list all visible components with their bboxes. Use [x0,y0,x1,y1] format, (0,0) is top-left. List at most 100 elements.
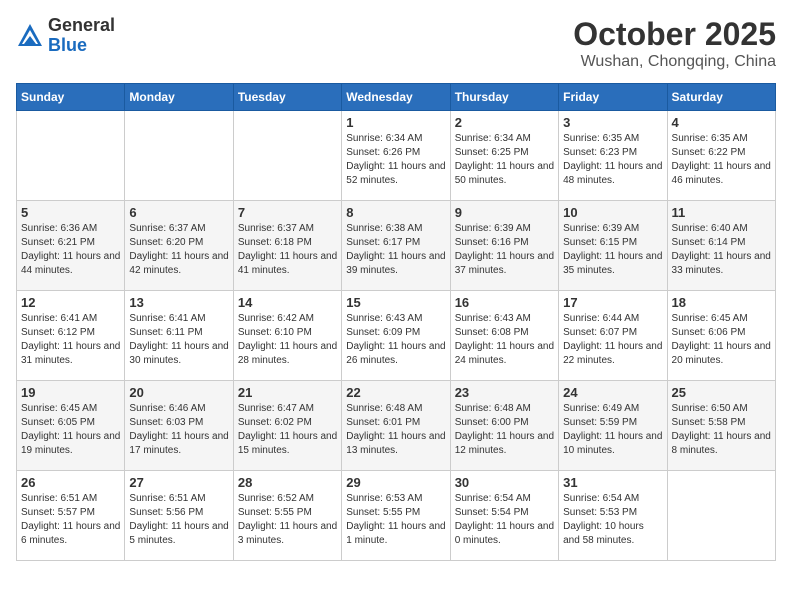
cell-3-6: 25Sunrise: 6:50 AM Sunset: 5:58 PM Dayli… [667,381,775,471]
week-row-4: 26 Sunrise: 6:51 AM Sunset: 5:57 PM Dayli… [17,471,776,561]
day-info-13: Sunrise: 6:41 AM Sunset: 6:11 PM Dayligh… [129,312,228,368]
day-info-10: Sunrise: 6:39 AM Sunset: 6:15 PM Dayligh… [563,222,662,278]
day-number-18: 18 [672,295,771,310]
day-info-21: Sunrise: 6:47 AM Sunset: 6:02 PM Dayligh… [238,402,337,458]
cell-3-2: 21 Sunrise: 6:47 AM Sunset: 6:02 PM Dayli… [233,381,341,471]
col-monday: Monday [125,84,233,111]
day-info-1: Sunrise: 6:34 AM Sunset: 6:26 PM Dayligh… [346,132,445,188]
day-info-4: Sunrise: 6:35 AM Sunset: 6:22 PM Dayligh… [672,132,771,188]
cell-1-0: 5Sunrise: 6:36 AM Sunset: 6:21 PM Daylig… [17,201,125,291]
day-number-9: 9 [455,205,554,220]
day-info-22: Sunrise: 6:48 AM Sunset: 6:01 PM Dayligh… [346,402,445,458]
day-info-7: Sunrise: 6:37 AM Sunset: 6:18 PM Dayligh… [238,222,337,278]
month-title: October 2025 [573,16,776,53]
day-info-24: Sunrise: 6:49 AM Sunset: 5:59 PM Dayligh… [563,402,662,458]
day-info-27: Sunrise: 6:51 AM Sunset: 5:56 PM Dayligh… [129,492,228,548]
logo-icon [16,22,44,50]
logo-general-text: General [48,16,115,36]
cell-1-2: 7 Sunrise: 6:37 AM Sunset: 6:18 PM Daylig… [233,201,341,291]
day-number-25: 25 [672,385,771,400]
day-number-27: 27 [129,475,228,490]
day-info-17: Sunrise: 6:44 AM Sunset: 6:07 PM Dayligh… [563,312,662,368]
calendar-body: 1 Sunrise: 6:34 AM Sunset: 6:26 PM Daylig… [17,111,776,561]
day-info-3: Sunrise: 6:35 AM Sunset: 6:23 PM Dayligh… [563,132,662,188]
cell-1-5: 10 Sunrise: 6:39 AM Sunset: 6:15 PM Dayli… [559,201,667,291]
cell-2-6: 18 Sunrise: 6:45 AM Sunset: 6:06 PM Dayli… [667,291,775,381]
day-number-10: 10 [563,205,662,220]
cell-4-0: 26 Sunrise: 6:51 AM Sunset: 5:57 PM Dayli… [17,471,125,561]
day-number-19: 19 [21,385,120,400]
day-info-18: Sunrise: 6:45 AM Sunset: 6:06 PM Dayligh… [672,312,771,368]
day-number-7: 7 [238,205,337,220]
day-info-29: Sunrise: 6:53 AM Sunset: 5:55 PM Dayligh… [346,492,445,548]
cell-0-4: 2 Sunrise: 6:34 AM Sunset: 6:25 PM Daylig… [450,111,558,201]
day-number-26: 26 [21,475,120,490]
day-info-20: Sunrise: 6:46 AM Sunset: 6:03 PM Dayligh… [129,402,228,458]
day-info-14: Sunrise: 6:42 AM Sunset: 6:10 PM Dayligh… [238,312,337,368]
day-number-6: 6 [129,205,228,220]
calendar-header: Sunday Monday Tuesday Wednesday Thursday… [17,84,776,111]
day-info-15: Sunrise: 6:43 AM Sunset: 6:09 PM Dayligh… [346,312,445,368]
day-info-19: Sunrise: 6:45 AM Sunset: 6:05 PM Dayligh… [21,402,120,458]
day-number-3: 3 [563,115,662,130]
cell-0-5: 3 Sunrise: 6:35 AM Sunset: 6:23 PM Daylig… [559,111,667,201]
cell-1-1: 6 Sunrise: 6:37 AM Sunset: 6:20 PM Daylig… [125,201,233,291]
day-number-29: 29 [346,475,445,490]
day-info-12: Sunrise: 6:41 AM Sunset: 6:12 PM Dayligh… [21,312,120,368]
day-number-15: 15 [346,295,445,310]
cell-3-0: 19 Sunrise: 6:45 AM Sunset: 6:05 PM Dayli… [17,381,125,471]
cell-2-4: 16Sunrise: 6:43 AM Sunset: 6:08 PM Dayli… [450,291,558,381]
day-number-2: 2 [455,115,554,130]
day-info-6: Sunrise: 6:37 AM Sunset: 6:20 PM Dayligh… [129,222,228,278]
day-number-14: 14 [238,295,337,310]
day-info-9: Sunrise: 6:39 AM Sunset: 6:16 PM Dayligh… [455,222,554,278]
cell-4-5: 31 Sunrise: 6:54 AM Sunset: 5:53 PM Dayli… [559,471,667,561]
day-number-1: 1 [346,115,445,130]
calendar-table: Sunday Monday Tuesday Wednesday Thursday… [16,83,776,561]
logo-blue-text: Blue [48,36,115,56]
day-number-4: 4 [672,115,771,130]
cell-3-1: 20 Sunrise: 6:46 AM Sunset: 6:03 PM Dayli… [125,381,233,471]
day-number-23: 23 [455,385,554,400]
logo-text: General Blue [48,16,115,56]
cell-4-6 [667,471,775,561]
cell-4-3: 29 Sunrise: 6:53 AM Sunset: 5:55 PM Dayli… [342,471,450,561]
cell-3-5: 24 Sunrise: 6:49 AM Sunset: 5:59 PM Dayli… [559,381,667,471]
cell-4-4: 30 Sunrise: 6:54 AM Sunset: 5:54 PM Dayli… [450,471,558,561]
cell-3-4: 23 Sunrise: 6:48 AM Sunset: 6:00 PM Dayli… [450,381,558,471]
week-row-0: 1 Sunrise: 6:34 AM Sunset: 6:26 PM Daylig… [17,111,776,201]
day-info-23: Sunrise: 6:48 AM Sunset: 6:00 PM Dayligh… [455,402,554,458]
day-number-24: 24 [563,385,662,400]
cell-1-3: 8 Sunrise: 6:38 AM Sunset: 6:17 PM Daylig… [342,201,450,291]
day-info-31: Sunrise: 6:54 AM Sunset: 5:53 PM Dayligh… [563,492,662,548]
day-info-2: Sunrise: 6:34 AM Sunset: 6:25 PM Dayligh… [455,132,554,188]
day-number-20: 20 [129,385,228,400]
location-title: Wushan, Chongqing, China [573,53,776,71]
col-tuesday: Tuesday [233,84,341,111]
day-info-11: Sunrise: 6:40 AM Sunset: 6:14 PM Dayligh… [672,222,771,278]
cell-0-3: 1 Sunrise: 6:34 AM Sunset: 6:26 PM Daylig… [342,111,450,201]
cell-3-3: 22Sunrise: 6:48 AM Sunset: 6:01 PM Dayli… [342,381,450,471]
cell-4-1: 27 Sunrise: 6:51 AM Sunset: 5:56 PM Dayli… [125,471,233,561]
logo: General Blue [16,16,115,56]
cell-2-3: 15 Sunrise: 6:43 AM Sunset: 6:09 PM Dayli… [342,291,450,381]
col-friday: Friday [559,84,667,111]
cell-0-6: 4 Sunrise: 6:35 AM Sunset: 6:22 PM Daylig… [667,111,775,201]
day-info-30: Sunrise: 6:54 AM Sunset: 5:54 PM Dayligh… [455,492,554,548]
day-number-31: 31 [563,475,662,490]
day-number-21: 21 [238,385,337,400]
day-number-28: 28 [238,475,337,490]
day-number-17: 17 [563,295,662,310]
cell-2-0: 12 Sunrise: 6:41 AM Sunset: 6:12 PM Dayli… [17,291,125,381]
cell-2-5: 17 Sunrise: 6:44 AM Sunset: 6:07 PM Dayli… [559,291,667,381]
col-sunday: Sunday [17,84,125,111]
day-number-8: 8 [346,205,445,220]
page-header: General Blue October 2025 Wushan, Chongq… [16,16,776,71]
day-info-16: Sunrise: 6:43 AM Sunset: 6:08 PM Dayligh… [455,312,554,368]
day-info-8: Sunrise: 6:38 AM Sunset: 6:17 PM Dayligh… [346,222,445,278]
day-number-30: 30 [455,475,554,490]
week-row-3: 19 Sunrise: 6:45 AM Sunset: 6:05 PM Dayli… [17,381,776,471]
day-number-12: 12 [21,295,120,310]
cell-1-6: 11Sunrise: 6:40 AM Sunset: 6:14 PM Dayli… [667,201,775,291]
day-info-26: Sunrise: 6:51 AM Sunset: 5:57 PM Dayligh… [21,492,120,548]
